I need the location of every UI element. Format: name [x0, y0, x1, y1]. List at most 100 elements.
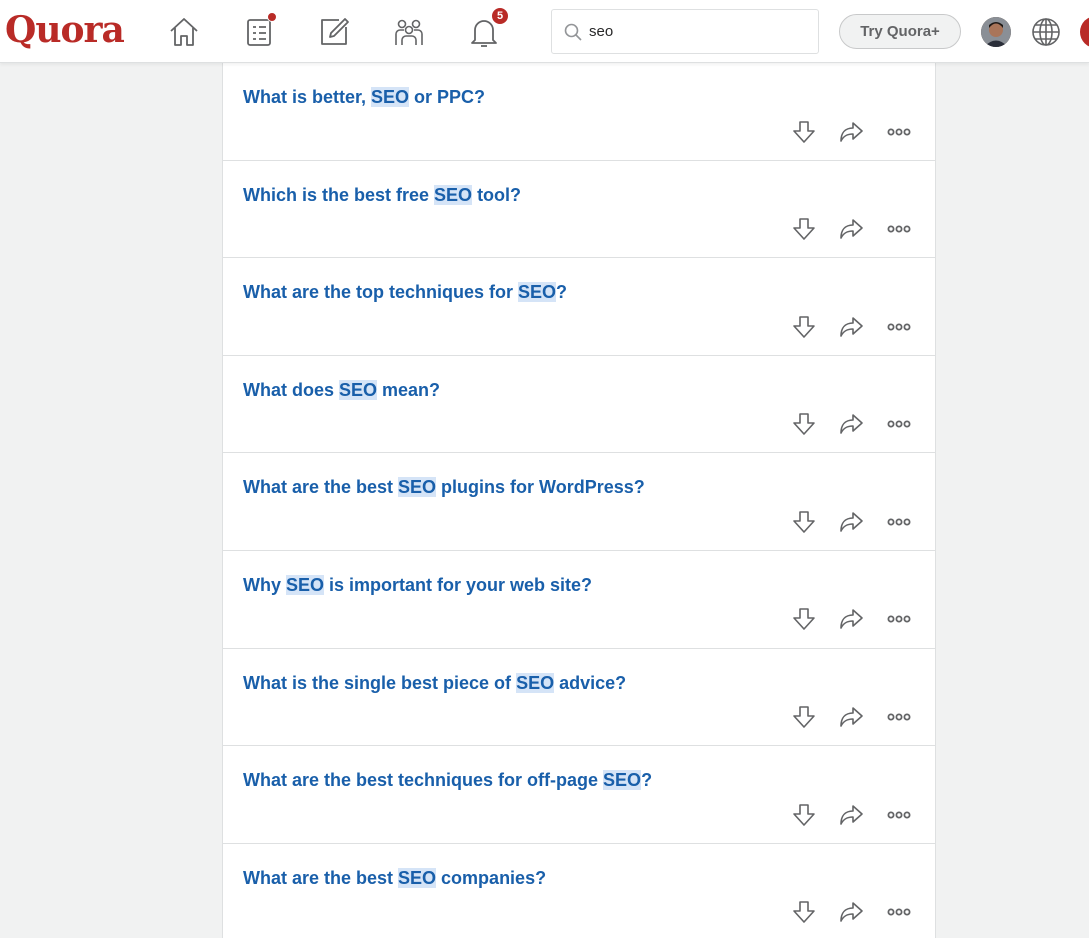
globe-icon[interactable]	[1029, 15, 1063, 49]
question-text: What are the best	[243, 477, 399, 498]
share-button[interactable]	[837, 803, 865, 831]
search-icon	[564, 23, 582, 41]
share-icon	[838, 314, 864, 345]
question-title[interactable]: Why SEO is important for your web site?	[243, 573, 592, 597]
downvote-icon	[791, 314, 817, 345]
more-icon	[886, 606, 912, 637]
question-text: ?	[556, 282, 568, 303]
more-options-button[interactable]	[885, 120, 913, 148]
question-text: Which is the best free	[243, 184, 435, 205]
search-highlight: SEO	[516, 672, 555, 693]
more-options-button[interactable]	[885, 218, 913, 246]
more-options-button[interactable]	[885, 413, 913, 441]
question-title[interactable]: What are the best SEO plugins for WordPr…	[243, 475, 645, 499]
add-question-button[interactable]	[1080, 16, 1089, 48]
question-card: What are the best techniques for off-pag…	[223, 746, 935, 844]
share-icon	[838, 119, 864, 150]
question-card: What are the best SEO plugins for WordPr…	[223, 453, 935, 551]
search-highlight: SEO	[371, 87, 410, 107]
downvote-icon	[791, 509, 817, 540]
more-options-button[interactable]	[885, 315, 913, 343]
search-highlight: SEO	[398, 867, 437, 888]
share-button[interactable]	[837, 315, 865, 343]
question-text: is important for your web site?	[324, 574, 593, 595]
notifications-icon[interactable]: 5	[464, 6, 510, 52]
share-icon	[838, 411, 864, 442]
share-icon	[838, 704, 864, 735]
downvote-icon	[791, 119, 817, 150]
question-text: What does	[243, 379, 340, 400]
question-card: What are the best SEO companies?	[223, 844, 935, 938]
share-icon	[838, 606, 864, 637]
question-text: companies?	[436, 867, 547, 888]
search-highlight: SEO	[339, 379, 378, 400]
question-title[interactable]: What are the top techniques for SEO?	[243, 280, 567, 304]
downvote-button[interactable]	[790, 901, 818, 929]
share-button[interactable]	[837, 120, 865, 148]
downvote-icon	[791, 899, 817, 930]
share-button[interactable]	[837, 901, 865, 929]
share-icon	[838, 802, 864, 833]
more-options-button[interactable]	[885, 608, 913, 636]
more-icon	[886, 314, 912, 345]
downvote-button[interactable]	[790, 218, 818, 246]
question-text: What are the top techniques for	[243, 282, 519, 303]
more-options-button[interactable]	[885, 901, 913, 929]
share-icon	[838, 216, 864, 247]
question-title[interactable]: What is the single best piece of SEO adv…	[243, 671, 626, 695]
question-text: What are the best	[243, 867, 399, 888]
more-icon	[886, 899, 912, 930]
question-text: Why	[243, 574, 286, 595]
share-button[interactable]	[837, 608, 865, 636]
more-icon	[886, 119, 912, 150]
search-bar[interactable]	[551, 9, 819, 54]
downvote-button[interactable]	[790, 608, 818, 636]
search-highlight: SEO	[434, 184, 473, 205]
question-text: or PPC?	[409, 87, 486, 107]
more-options-button[interactable]	[885, 510, 913, 538]
question-title[interactable]: What are the best SEO companies?	[243, 866, 546, 890]
question-card: Which is the best free SEO tool?	[223, 161, 935, 259]
downvote-button[interactable]	[790, 510, 818, 538]
home-icon[interactable]	[164, 12, 204, 52]
more-icon	[886, 704, 912, 735]
more-options-button[interactable]	[885, 803, 913, 831]
more-options-button[interactable]	[885, 706, 913, 734]
share-button[interactable]	[837, 510, 865, 538]
more-icon	[886, 216, 912, 247]
question-text: ?	[641, 770, 653, 791]
downvote-icon	[791, 216, 817, 247]
question-title[interactable]: What are the best techniques for off-pag…	[243, 768, 652, 792]
question-card: Why SEO is important for your web site?	[223, 551, 935, 649]
share-button[interactable]	[837, 706, 865, 734]
search-results-list: What is better, SEO or PPC? Which is the …	[222, 63, 936, 938]
downvote-button[interactable]	[790, 315, 818, 343]
more-icon	[886, 802, 912, 833]
question-title[interactable]: Which is the best free SEO tool?	[243, 183, 521, 207]
question-card: What is better, SEO or PPC?	[223, 63, 935, 161]
question-text: advice?	[554, 672, 627, 693]
downvote-button[interactable]	[790, 803, 818, 831]
search-input[interactable]	[589, 23, 809, 40]
try-quora-plus-button[interactable]: Try Quora+	[839, 14, 961, 49]
downvote-icon	[791, 411, 817, 442]
answer-icon[interactable]	[314, 12, 354, 52]
share-icon	[838, 899, 864, 930]
share-button[interactable]	[837, 413, 865, 441]
share-button[interactable]	[837, 218, 865, 246]
spaces-icon[interactable]	[389, 12, 429, 52]
quora-logo[interactable]: Quora	[5, 8, 125, 52]
question-card: What are the top techniques for SEO?	[223, 258, 935, 356]
avatar[interactable]	[981, 17, 1011, 47]
downvote-button[interactable]	[790, 706, 818, 734]
more-icon	[886, 411, 912, 442]
search-highlight: SEO	[286, 574, 325, 595]
question-title[interactable]: What is better, SEO or PPC?	[243, 85, 485, 109]
downvote-button[interactable]	[790, 413, 818, 441]
question-title[interactable]: What does SEO mean?	[243, 378, 440, 402]
question-card: What is the single best piece of SEO adv…	[223, 649, 935, 747]
following-icon[interactable]	[239, 12, 279, 52]
downvote-icon	[791, 704, 817, 735]
downvote-button[interactable]	[790, 120, 818, 148]
top-nav-bar: Quora 5 Try Quora+	[0, 0, 1089, 63]
